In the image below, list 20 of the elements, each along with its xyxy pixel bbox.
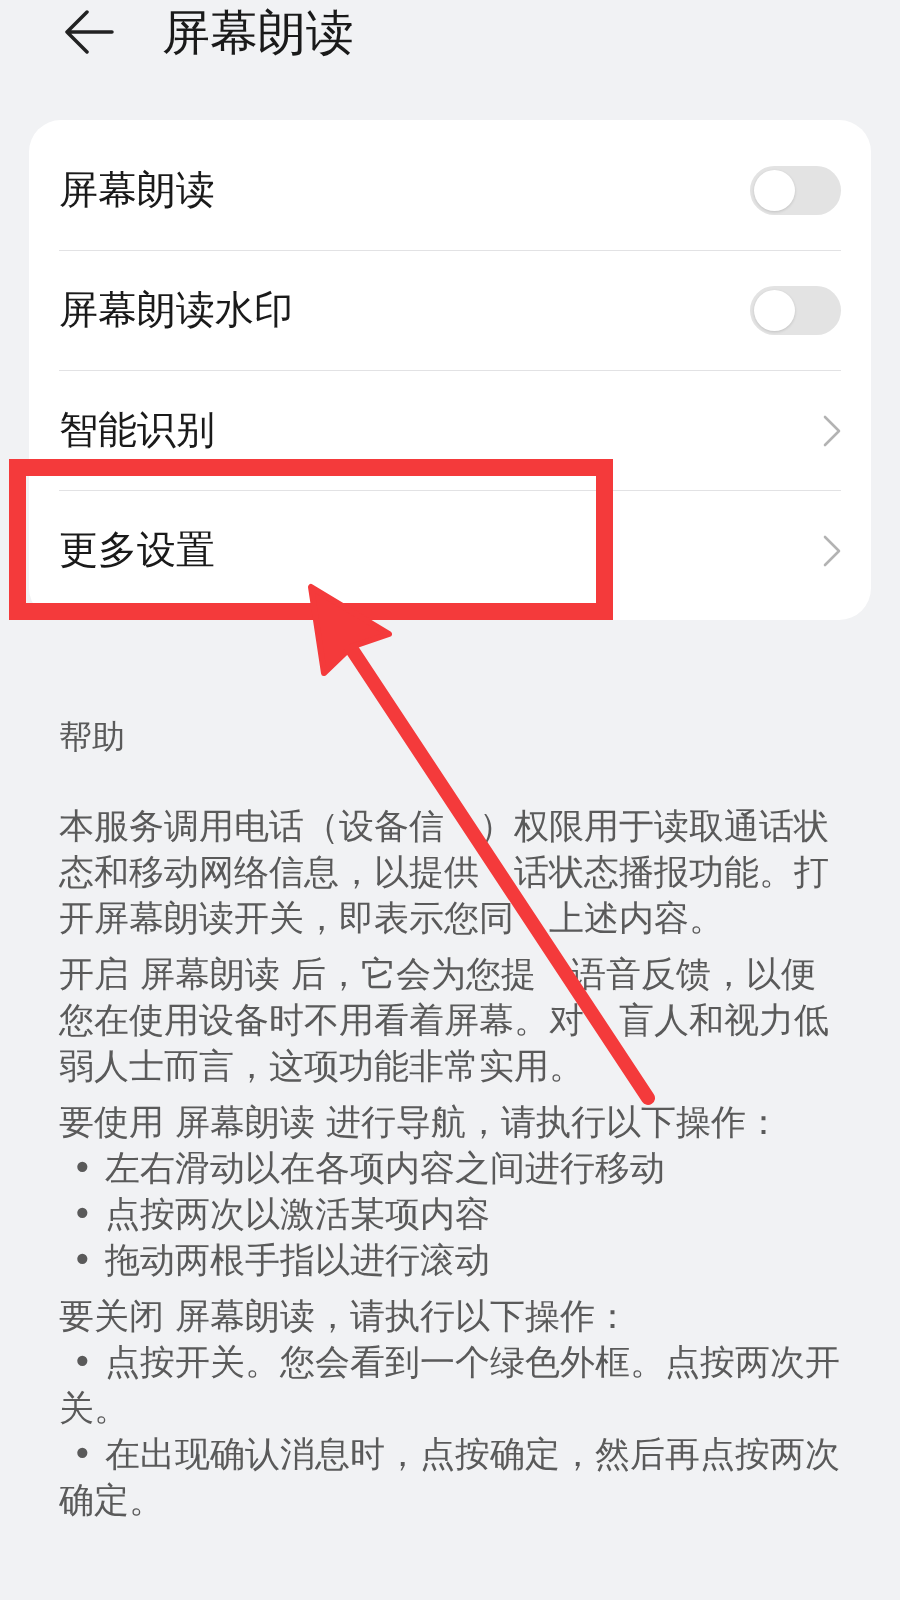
bullet-item: • 拖动两根手指以进行滚动 xyxy=(71,1239,491,1282)
chevron-right-icon xyxy=(823,414,841,447)
back-arrow-icon xyxy=(64,10,114,54)
instruction-heading: 要使用 屏幕朗读 进行导航，请执行以下操作： xyxy=(59,1101,783,1144)
instruction-heading: 要关闭 屏幕朗读，请执行以下操作： xyxy=(59,1295,632,1338)
page-title: 屏幕朗读 xyxy=(162,5,354,59)
toggle-switch[interactable] xyxy=(750,286,841,335)
bullet-item: • 点按两次以激活某项内容 xyxy=(71,1193,491,1236)
toggle-switch[interactable] xyxy=(750,165,841,215)
bullet-item: • 左右滑动以在各项内容之间进行移动 xyxy=(71,1147,666,1190)
bullet-item: • 在出现确认消息时，点按确定，然后再点按两次确定。 xyxy=(59,1433,841,1522)
help-paragraph: 本服务调用电话（设备信 ）权限用于读取通话状态和移动网络信息，以提供 话状态播报功能。打开屏幕朗读开关，即表示您同 上述内容。 xyxy=(59,805,830,940)
back-button[interactable] xyxy=(64,10,114,54)
setting-label: 屏幕朗读 xyxy=(59,166,215,214)
setting-label: 屏幕朗读水印 xyxy=(59,287,293,334)
setting-label[interactable]: 更多设置 xyxy=(59,527,215,574)
help-heading: 帮助 xyxy=(59,716,126,758)
chevron-right-icon xyxy=(823,534,841,567)
setting-label[interactable]: 智能识别 xyxy=(59,407,215,454)
bullet-item: • 点按开关。您会看到一个绿色外框。点按两次开关。 xyxy=(59,1341,841,1430)
